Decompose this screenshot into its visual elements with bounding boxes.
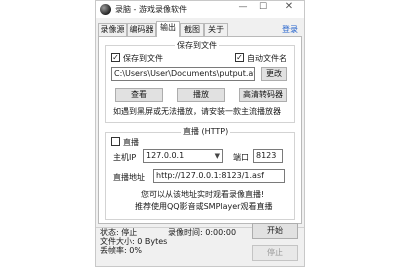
hd-converter-button[interactable]: 高清转码器 <box>239 88 287 102</box>
app-logo-icon <box>100 4 111 15</box>
status-record-time: 录像时间: 0:00:00 <box>168 228 237 237</box>
tab-output[interactable]: 输出 <box>156 21 180 37</box>
tab-about[interactable]: 关于 <box>204 23 228 36</box>
player-notice: 如遇到黑屏或无法播放，请安装一款主流播放器 <box>113 107 281 116</box>
auto-filename-checkbox[interactable]: ✓ <box>235 53 244 62</box>
chevron-down-icon: ▼ <box>214 152 220 160</box>
save-to-file-label: 保存到文件 <box>123 54 163 63</box>
close-icon[interactable]: ✕ <box>280 1 298 17</box>
app-window: 录脑 - 游戏录像软件 — ☐ ✕ 录像源 编码器 输出 截图 关于 登录 保存… <box>95 0 305 267</box>
auto-filename-label: 自动文件名 <box>247 54 287 63</box>
live-hint-line1: 您可以从该地址实时观看录像直播! <box>141 190 265 199</box>
live-address-label: 直播地址 <box>113 173 145 182</box>
live-label: 直播 <box>123 138 139 147</box>
host-ip-label: 主机IP <box>113 153 137 162</box>
start-button[interactable]: 开始 <box>252 223 298 239</box>
title-bar: 录脑 - 游戏录像软件 — ☐ ✕ <box>96 1 304 18</box>
output-panel: 保存到文件 ✓ 保存到文件 ✓ 自动文件名 C:\Users\User\Docu… <box>98 36 302 224</box>
status-frame-loss: 丢帧率: 0% <box>100 246 142 255</box>
host-ip-select[interactable]: 127.0.0.1 ▼ <box>143 149 223 163</box>
play-button[interactable]: 播放 <box>177 88 225 102</box>
window-title: 录脑 - 游戏录像软件 <box>115 5 187 14</box>
port-label: 端口 <box>233 153 249 162</box>
live-hint-line2: 推荐使用QQ影音或SMPlayer观看直播 <box>135 202 273 211</box>
output-path-field[interactable]: C:\Users\User\Documents\putput.avi <box>111 67 255 81</box>
minimize-icon[interactable]: — <box>236 2 250 16</box>
change-path-button[interactable]: 更改 <box>261 67 287 81</box>
host-ip-value: 127.0.0.1 <box>146 151 185 160</box>
maximize-icon[interactable]: ☐ <box>256 2 270 16</box>
login-link[interactable]: 登录 <box>282 24 298 35</box>
live-address-field[interactable]: http://127.0.0.1:8123/1.asf <box>153 169 285 183</box>
tab-encoder[interactable]: 编码器 <box>127 23 156 36</box>
tab-video-source[interactable]: 录像源 <box>98 23 127 36</box>
save-group-title: 保存到文件 <box>175 40 219 51</box>
save-to-file-checkbox[interactable]: ✓ <box>111 53 120 62</box>
view-button[interactable]: 查看 <box>115 88 163 102</box>
stop-button[interactable]: 停止 <box>252 245 298 261</box>
tab-screenshot[interactable]: 截图 <box>180 23 204 36</box>
live-checkbox[interactable] <box>111 137 120 146</box>
live-group-title: 直播 (HTTP) <box>181 126 231 137</box>
port-field[interactable]: 8123 <box>253 149 283 163</box>
